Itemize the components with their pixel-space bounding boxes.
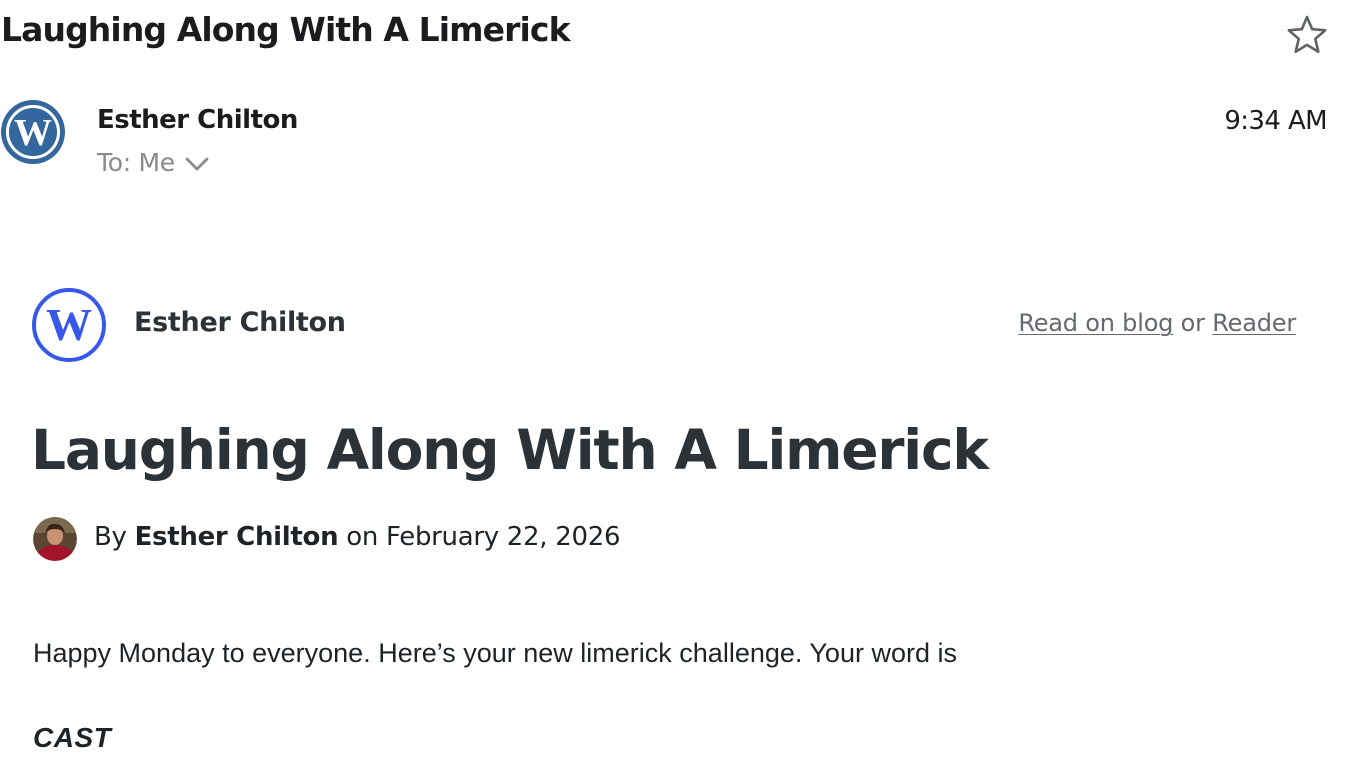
recipients-label: To: Me xyxy=(97,148,175,177)
email-subject: Laughing Along With A Limerick xyxy=(1,10,571,49)
svg-text:W: W xyxy=(14,112,52,154)
recipients-toggle[interactable]: To: Me xyxy=(97,148,210,177)
svg-text:W: W xyxy=(46,299,92,350)
received-time: 9:34 AM xyxy=(1224,106,1327,136)
post-paragraph: Happy Monday to everyone. Here’s your ne… xyxy=(33,638,957,668)
chevron-down-icon[interactable] xyxy=(184,155,210,173)
post-byline: By Esther Chilton on February 22, 2026 xyxy=(94,522,620,552)
blog-name[interactable]: Esther Chilton xyxy=(134,307,346,338)
read-links: Read on blog or Reader xyxy=(1018,309,1296,337)
on-label: on xyxy=(346,522,379,552)
sender-name[interactable]: Esther Chilton xyxy=(97,105,298,135)
wordpress-logo-icon[interactable]: W xyxy=(32,288,106,362)
author-name-link[interactable]: Esther Chilton xyxy=(135,522,339,552)
author-avatar xyxy=(33,517,77,561)
wordpress-logo-icon: W xyxy=(1,100,65,164)
challenge-word: CAST xyxy=(33,722,112,753)
or-separator: or xyxy=(1180,309,1205,337)
star-icon[interactable] xyxy=(1286,14,1328,56)
by-label: By xyxy=(94,522,127,552)
read-on-blog-link[interactable]: Read on blog xyxy=(1018,309,1173,337)
post-title[interactable]: Laughing Along With A Limerick xyxy=(31,418,989,482)
reader-link[interactable]: Reader xyxy=(1212,309,1296,337)
post-date: February 22, 2026 xyxy=(386,522,621,552)
